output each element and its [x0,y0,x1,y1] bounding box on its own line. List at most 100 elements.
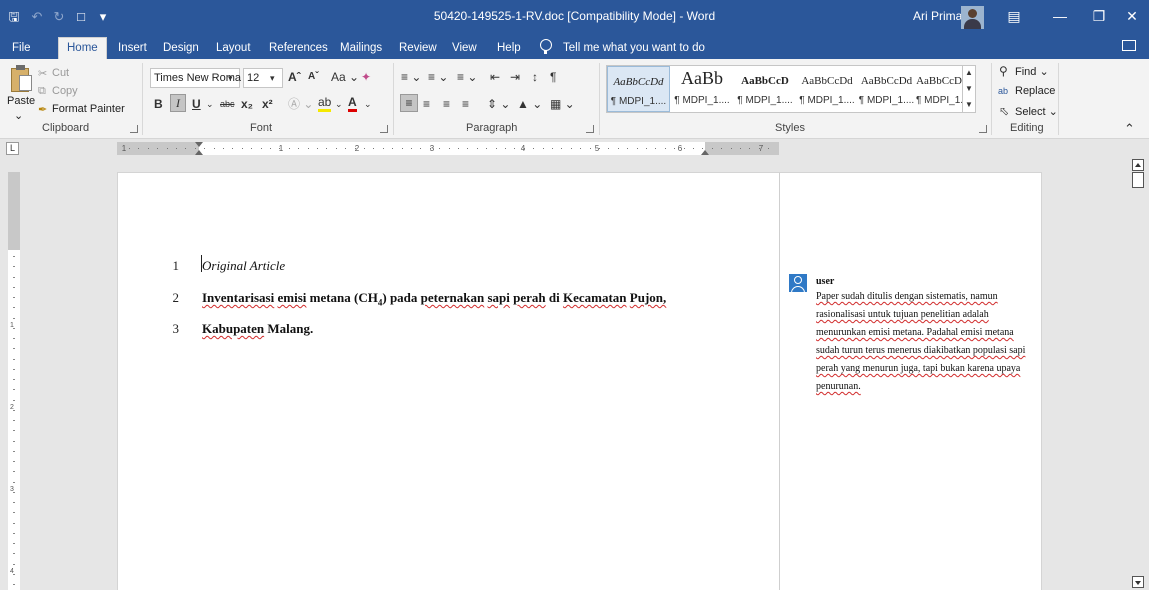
user-name[interactable]: Ari Prima [913,9,962,23]
underline-dropdown-icon[interactable]: ⌄ [206,96,214,112]
text-effects-icon[interactable]: Ⓐ ⌄ [288,96,313,112]
paste-button[interactable]: Paste [7,95,35,107]
document-line[interactable]: Inventarisasi emisi metana (CH4) pada pe… [202,290,666,308]
shrink-font-icon[interactable]: Aˇ [308,69,319,85]
replace-button[interactable]: Replace [1015,85,1055,97]
style-tile[interactable]: AaBbCcDd ¶ MDPI_1.... [607,66,670,112]
cut-icon[interactable]: ✂ [38,67,47,80]
vertical-ruler[interactable]: 1 2 3 4 [8,172,20,590]
comment-text-line[interactable]: Paper sudah ditulis dengan sistematis, n… [816,291,998,302]
lightbulb-icon[interactable] [540,39,552,54]
tab-review[interactable]: Review [399,38,437,59]
tab-layout[interactable]: Layout [216,38,251,59]
font-name-box[interactable]: Times New Roma [150,68,241,88]
comment-text-line[interactable]: perah yang menurun juga, tapi bukan kare… [816,363,1020,374]
document-line[interactable]: Original Article [202,258,285,274]
show-formatting-icon[interactable]: ¶ [550,69,556,85]
font-size-box[interactable]: 12 [243,68,283,88]
style-tile[interactable]: AaBbCcDd ¶ MDPI_1.... [797,66,857,112]
style-tile[interactable]: AaBbCcD ¶ MDPI_1.... [734,66,796,112]
justify-icon[interactable]: ≡ [462,96,469,112]
replace-icon[interactable]: ab [998,83,1008,99]
numbering-icon[interactable]: ≡ ⌄ [428,69,448,85]
paste-icon[interactable] [11,65,33,93]
left-indent-marker[interactable] [195,142,204,155]
copy-button[interactable]: Copy [52,85,78,97]
tell-me-box[interactable]: Tell me what you want to do [563,38,705,59]
horizontal-ruler[interactable]: 1 1 2 3 4 5 6 7 [117,142,779,155]
comments-icon[interactable] [1122,40,1136,51]
bold-icon[interactable]: B [154,96,163,112]
find-button[interactable]: Find ⌄ [1015,65,1049,78]
italic-icon[interactable]: I [170,94,186,112]
increase-indent-icon[interactable]: ⇥ [510,69,520,85]
format-painter-button[interactable]: Format Painter [52,103,125,115]
tab-insert[interactable]: Insert [118,38,147,59]
shading-icon[interactable]: ▲ ⌄ [517,96,542,112]
align-right-icon[interactable]: ≡ [443,96,450,112]
tab-design[interactable]: Design [163,38,199,59]
format-painter-icon[interactable]: ✒ [38,103,47,116]
font-launcher-icon[interactable] [380,125,388,133]
document-line[interactable]: Kabupaten Malang. [202,321,313,337]
underline-icon[interactable]: U [192,96,201,112]
align-left-icon[interactable]: ≡ [400,94,418,112]
tab-mailings[interactable]: Mailings [340,38,382,59]
vertical-scrollbar[interactable] [1129,157,1149,590]
grow-font-icon[interactable]: Aˆ [288,69,301,85]
tab-file[interactable]: File [12,38,31,59]
scroll-down-icon[interactable] [1132,576,1144,588]
ruler-tick [533,148,534,149]
styles-launcher-icon[interactable] [979,125,987,133]
style-tile[interactable]: AaBbCcD ¶ MDPI_1.... [916,66,962,112]
user-avatar[interactable] [961,6,984,29]
comment-text-line[interactable]: sudah turun terus menerus diakibatkan po… [816,345,1025,356]
scroll-thumb[interactable] [1132,172,1144,188]
tab-help[interactable]: Help [497,38,521,59]
decrease-indent-icon[interactable]: ⇤ [490,69,500,85]
subscript-icon[interactable]: x₂ [241,96,253,112]
multilevel-list-icon[interactable]: ≡ ⌄ [457,69,477,85]
line-spacing-icon[interactable]: ⇕ ⌄ [487,96,510,112]
font-color-icon[interactable]: A [348,96,357,112]
highlight-dropdown-icon[interactable]: ⌄ [335,96,343,112]
superscript-icon[interactable]: x² [262,96,273,112]
copy-icon[interactable]: ⧉ [38,85,46,98]
select-icon[interactable]: ⬁ [999,103,1009,119]
sort-icon[interactable]: ↕ [532,69,538,85]
highlight-icon[interactable]: ab [318,96,332,112]
borders-icon[interactable]: ▦ ⌄ [550,96,575,112]
clipboard-launcher-icon[interactable] [130,125,138,133]
ruler-tick [195,148,196,149]
align-center-icon[interactable]: ≡ [423,96,430,112]
paragraph-launcher-icon[interactable] [586,125,594,133]
close-icon[interactable]: ✕ [1109,0,1149,35]
document-page[interactable] [117,172,779,590]
tab-home[interactable]: Home [58,37,107,59]
tab-references[interactable]: References [269,38,328,59]
select-button[interactable]: Select ⌄ [1015,105,1058,118]
comment-text-line[interactable]: rasionalisasi untuk tujuan penelitian ad… [816,309,989,320]
font-size-dropdown-icon[interactable]: ▾ [270,70,275,86]
find-icon[interactable]: ⚲ [999,63,1008,79]
comment-text-line[interactable]: penurunan. [816,381,861,392]
style-tile[interactable]: AaBbCcDd ¶ MDPI_1.... [858,66,915,112]
gallery-up-icon[interactable]: ▲ [965,65,973,81]
tab-view[interactable]: View [452,38,477,59]
bullets-icon[interactable]: ≡ ⌄ [401,69,421,85]
clear-formatting-icon[interactable]: ✦ [361,69,371,85]
gallery-down-icon[interactable]: ▼ [965,81,973,97]
gallery-more-icon[interactable]: ▼ [965,97,973,113]
scroll-up-icon[interactable] [1132,159,1144,171]
tab-selector-icon[interactable]: L [6,142,19,155]
font-name-dropdown-icon[interactable]: ▾ [228,70,233,86]
change-case-button[interactable]: Aa ⌄ [331,69,359,85]
style-tile[interactable]: AaBb ¶ MDPI_1.... [671,66,733,112]
cut-button[interactable]: Cut [52,67,69,79]
comment-text-line[interactable]: menurunkan emisi metana. Padahal emisi m… [816,327,1014,338]
ribbon-display-options-icon[interactable]: ▤ [991,0,1037,35]
paste-dropdown-icon[interactable]: ⌄ [14,109,23,122]
collapse-ribbon-icon[interactable]: ⌃ [1124,121,1135,137]
font-color-dropdown-icon[interactable]: ⌄ [364,96,372,112]
strikethrough-icon[interactable]: abc [220,96,235,112]
